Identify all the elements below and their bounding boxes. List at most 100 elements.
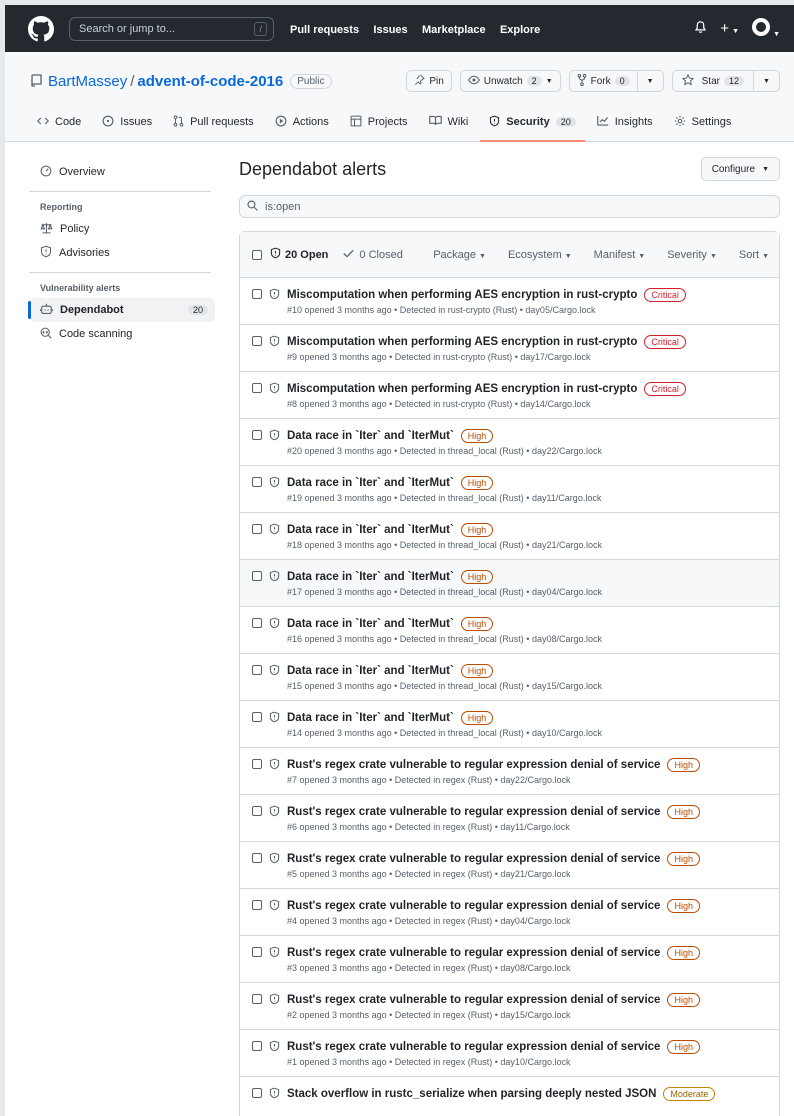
star-label: Star xyxy=(701,75,720,87)
filter-severity-dropdown[interactable]: Severity ▼ xyxy=(667,249,717,261)
alert-title-link[interactable]: Data race in `Iter` and `IterMut` xyxy=(287,618,454,630)
alert-checkbox[interactable] xyxy=(252,618,262,628)
user-menu-button[interactable]: ▼ xyxy=(752,18,780,39)
alert-title-link[interactable]: Rust's regex crate vulnerable to regular… xyxy=(287,900,660,912)
star-button[interactable]: Star 12 xyxy=(671,70,754,92)
tab-security[interactable]: Security 20 xyxy=(480,103,586,142)
alert-checkbox[interactable] xyxy=(252,571,262,581)
nav-issues[interactable]: Issues xyxy=(373,24,407,36)
alert-title-link[interactable]: Data race in `Iter` and `IterMut` xyxy=(287,477,454,489)
filter-ecosystem-dropdown[interactable]: Ecosystem ▼ xyxy=(508,249,572,261)
alert-title-link[interactable]: Rust's regex crate vulnerable to regular… xyxy=(287,947,660,959)
tab-projects[interactable]: Projects xyxy=(341,103,417,141)
alert-checkbox[interactable] xyxy=(252,947,262,957)
shield-icon xyxy=(269,1040,281,1052)
alert-title-link[interactable]: Rust's regex crate vulnerable to regular… xyxy=(287,994,660,1006)
alert-title-link[interactable]: Rust's regex crate vulnerable to regular… xyxy=(287,1041,660,1053)
alert-title-link[interactable]: Rust's regex crate vulnerable to regular… xyxy=(287,759,660,771)
sidebar-item-advisories[interactable]: Advisories xyxy=(29,241,215,265)
tab-issues[interactable]: Issues xyxy=(93,103,161,141)
alert-text: Rust's regex crate vulnerable to regular… xyxy=(287,803,700,841)
sidebar-item-code-scanning[interactable]: Code scanning xyxy=(29,322,215,346)
alert-checkbox[interactable] xyxy=(252,477,262,487)
chevron-down-icon: ▼ xyxy=(709,252,717,260)
tab-actions[interactable]: Actions xyxy=(266,103,338,141)
alert-checkbox[interactable] xyxy=(252,289,262,299)
star-icon xyxy=(681,73,694,89)
alert-title-link[interactable]: Data race in `Iter` and `IterMut` xyxy=(287,571,454,583)
sidebar-item-policy[interactable]: Policy xyxy=(29,217,215,241)
select-all-checkbox[interactable] xyxy=(252,249,262,260)
tab-settings[interactable]: Settings xyxy=(665,103,741,141)
alert-title-link[interactable]: Miscomputation when performing AES encry… xyxy=(287,383,637,395)
sidebar-item-overview[interactable]: Overview xyxy=(29,160,215,184)
alert-checkbox[interactable] xyxy=(252,1041,262,1051)
alert-checkbox[interactable] xyxy=(252,900,262,910)
alert-checkbox[interactable] xyxy=(252,994,262,1004)
tab-code[interactable]: Code xyxy=(28,103,90,141)
alert-checkbox[interactable] xyxy=(252,430,262,440)
alert-checkbox[interactable] xyxy=(252,759,262,769)
fork-button[interactable]: Fork 0 xyxy=(568,70,638,92)
severity-badge: High xyxy=(667,1039,700,1054)
tab-insights[interactable]: Insights xyxy=(588,103,662,141)
alert-checkbox[interactable] xyxy=(252,383,262,393)
alert-title-row: Data race in `Iter` and `IterMut` High xyxy=(287,709,602,726)
alert-title-link[interactable]: Miscomputation when performing AES encry… xyxy=(287,289,637,301)
tab-wiki[interactable]: Wiki xyxy=(420,103,478,141)
alert-checkbox[interactable] xyxy=(252,853,262,863)
closed-filter[interactable]: 0 Closed xyxy=(343,249,403,261)
sidebar-item-dependabot[interactable]: Dependabot 20 xyxy=(28,298,215,322)
repo-owner-link[interactable]: BartMassey xyxy=(48,73,127,90)
chevron-down-icon: ▼ xyxy=(646,77,654,85)
alert-title-row: Rust's regex crate vulnerable to regular… xyxy=(287,991,700,1008)
search-input[interactable]: Search or jump to... / xyxy=(69,16,274,41)
configure-button[interactable]: Configure ▼ xyxy=(700,157,780,181)
tab-pull-requests[interactable]: Pull requests xyxy=(164,103,263,141)
open-filter[interactable]: 20 Open xyxy=(270,247,328,262)
alert-checkbox[interactable] xyxy=(252,1088,262,1098)
alert-title-link[interactable]: Rust's regex crate vulnerable to regular… xyxy=(287,853,660,865)
create-new-button[interactable]: + ▼ xyxy=(720,20,739,37)
alerts-rows: Miscomputation when performing AES encry… xyxy=(240,278,779,1116)
nav-marketplace[interactable]: Marketplace xyxy=(422,24,486,36)
repo-separator: / xyxy=(130,72,135,90)
page: Search or jump to... / Pull requests Iss… xyxy=(5,5,794,1116)
alerts-content: Dependabot alerts Configure ▼ is:open 20… xyxy=(239,157,780,1116)
star-dropdown-button[interactable]: ▼ xyxy=(754,70,780,92)
nav-pull-requests[interactable]: Pull requests xyxy=(290,24,359,36)
alert-title-link[interactable]: Miscomputation when performing AES encry… xyxy=(287,336,637,348)
alert-title-link[interactable]: Data race in `Iter` and `IterMut` xyxy=(287,524,454,536)
filter-sort-dropdown[interactable]: Sort ▼ xyxy=(739,249,769,261)
filter-manifest-dropdown[interactable]: Manifest ▼ xyxy=(594,249,646,261)
filter-package-dropdown[interactable]: Package ▼ xyxy=(433,249,486,261)
alert-text: Rust's regex crate vulnerable to regular… xyxy=(287,850,700,888)
chevron-down-icon: ▼ xyxy=(564,252,572,260)
alert-row: Stack overflow in rustc_serialize when p… xyxy=(240,1077,779,1116)
alert-title-link[interactable]: Data race in `Iter` and `IterMut` xyxy=(287,712,454,724)
repo-name-link[interactable]: advent-of-code-2016 xyxy=(137,73,283,90)
chevron-down-icon: ▼ xyxy=(638,252,646,260)
alert-checkbox[interactable] xyxy=(252,524,262,534)
severity-badge: High xyxy=(460,663,494,678)
alert-title-link[interactable]: Data race in `Iter` and `IterMut` xyxy=(287,665,454,677)
alert-checkbox[interactable] xyxy=(252,712,262,722)
github-logo-icon[interactable] xyxy=(25,13,57,45)
alert-checkbox[interactable] xyxy=(252,665,262,675)
severity-badge: High xyxy=(667,757,700,772)
chevron-down-icon: ▼ xyxy=(479,252,486,260)
fork-dropdown-button[interactable]: ▼ xyxy=(637,70,664,92)
alert-meta: #14 opened 3 months ago • Detected in th… xyxy=(287,728,602,738)
alert-filter-input[interactable]: is:open xyxy=(239,195,780,218)
bell-icon[interactable] xyxy=(694,20,707,37)
alert-text: Miscomputation when performing AES encry… xyxy=(287,380,686,418)
alert-checkbox[interactable] xyxy=(252,336,262,346)
unwatch-button[interactable]: Unwatch 2 ▼ xyxy=(459,70,561,92)
alert-checkbox[interactable] xyxy=(252,806,262,816)
alert-title-link[interactable]: Rust's regex crate vulnerable to regular… xyxy=(287,806,660,818)
pin-button[interactable]: Pin xyxy=(406,70,452,92)
alert-title-link[interactable]: Data race in `Iter` and `IterMut` xyxy=(287,430,454,442)
alert-title-link[interactable]: Stack overflow in rustc_serialize when p… xyxy=(287,1088,656,1100)
alert-row: Miscomputation when performing AES encry… xyxy=(240,372,779,419)
nav-explore[interactable]: Explore xyxy=(500,24,540,36)
